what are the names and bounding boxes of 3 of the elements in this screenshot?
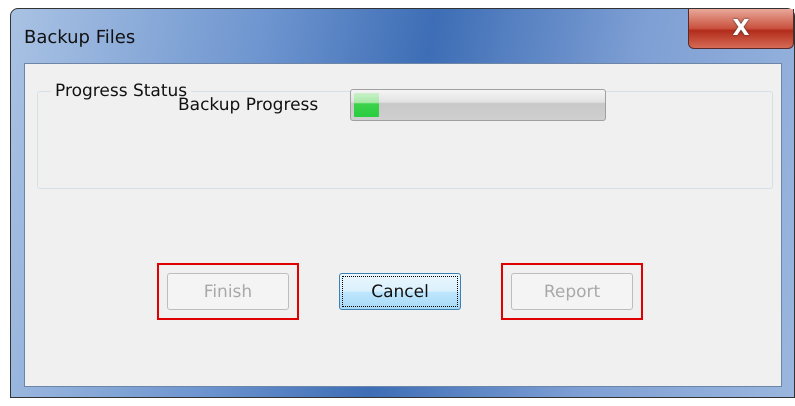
close-button[interactable]: X: [688, 9, 794, 49]
window-title: Backup Files: [24, 27, 136, 48]
dialog-button[interactable]: Cancel: [339, 273, 461, 310]
